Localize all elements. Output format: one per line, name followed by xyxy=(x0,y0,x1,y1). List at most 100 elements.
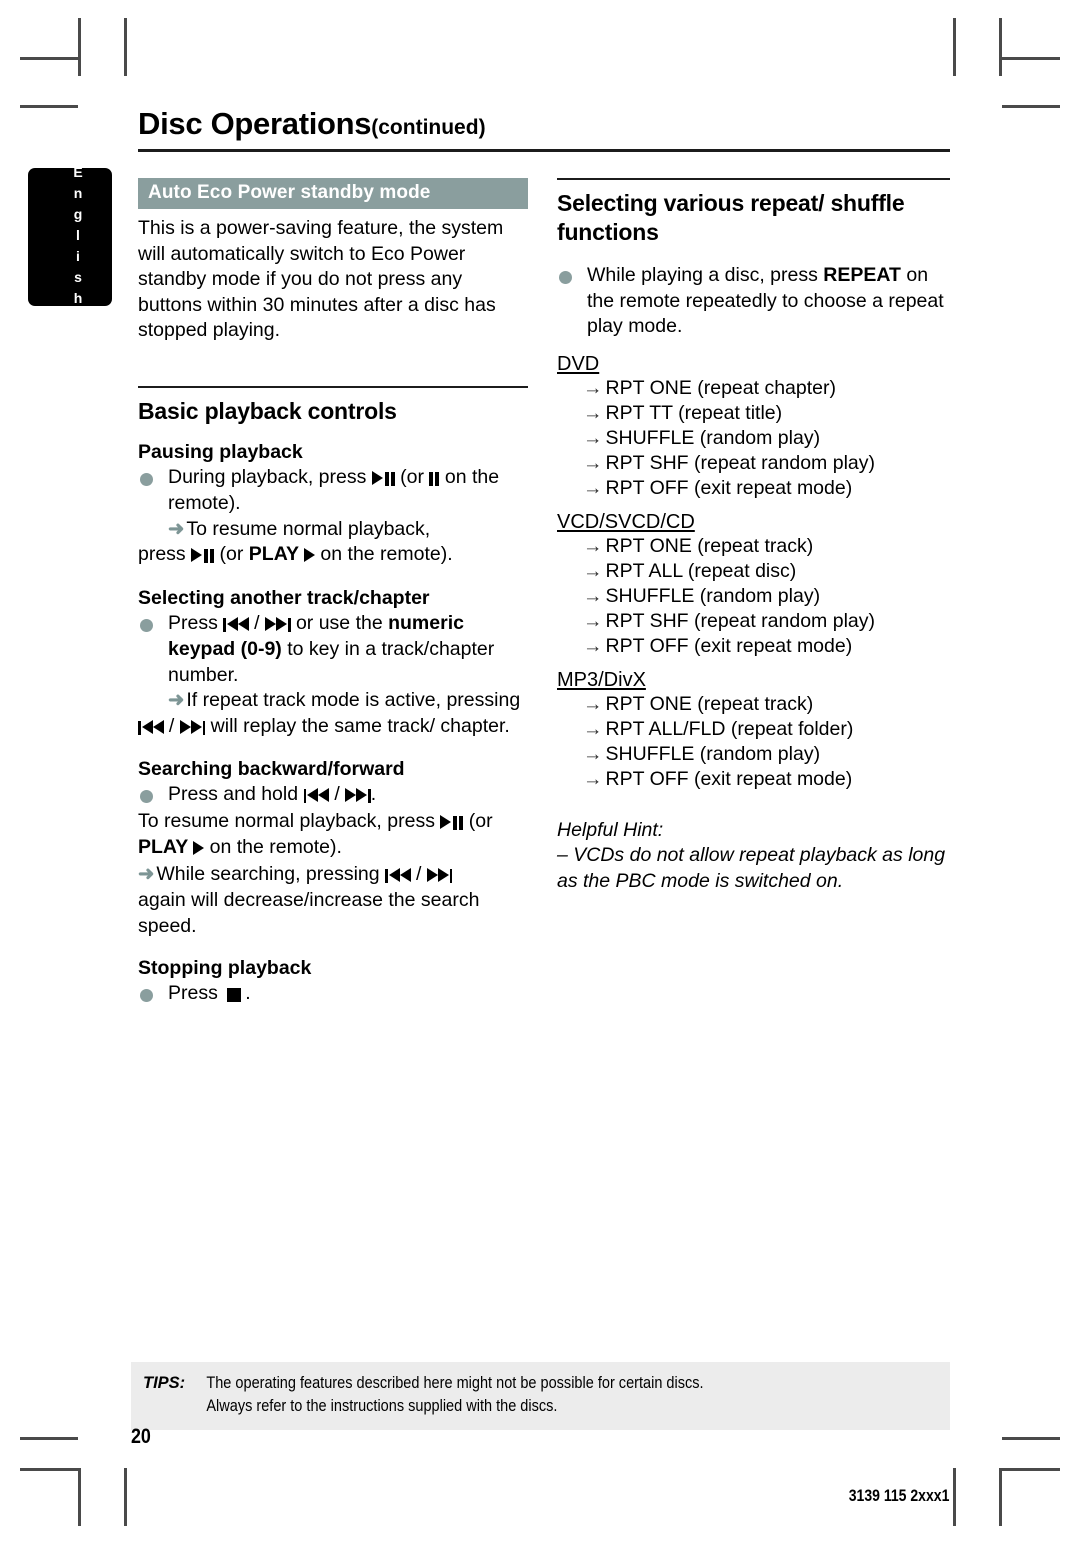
eco-power-body: This is a power-saving feature, the syst… xyxy=(138,217,504,341)
pausing-playback-bullet: During playback, press (or on the remote… xyxy=(138,465,528,569)
crop-mark-bottom-right-vertical xyxy=(999,1468,1002,1526)
mode-text: RPT SHF (repeat random play) xyxy=(605,451,876,474)
crop-mark-bottom-left-vertical xyxy=(78,1468,81,1526)
bullet-dot-icon xyxy=(140,790,153,803)
searching-arrow-post: again will decrease/increase the search … xyxy=(138,889,480,937)
play-pause-icon xyxy=(371,466,395,492)
crop-mark-top-left-horizontal-2 xyxy=(20,105,78,108)
eco-power-banner: Auto Eco Power standby mode xyxy=(138,178,528,209)
crop-mark-top-left-horizontal xyxy=(20,57,78,60)
crop-mark-top-left-vertical xyxy=(78,18,81,76)
repeat-intro-bold: REPEAT xyxy=(823,264,901,286)
arrow-icon: → xyxy=(583,584,603,607)
stopping-heading: Stopping playback xyxy=(138,957,312,979)
arrow-icon: ➜ xyxy=(168,689,185,711)
next-track-icon-4 xyxy=(426,863,453,889)
pausing-line2-bold: PLAY xyxy=(248,543,299,565)
selecting-bullet-post: or use the xyxy=(290,611,389,634)
mode-line: → RPT TT (repeat title) xyxy=(557,401,950,426)
arrow-icon: → xyxy=(583,767,603,790)
pausing-bullet-pre: During playback, press xyxy=(168,465,372,488)
stopping-bullet: Press . xyxy=(138,981,528,1008)
searching-sep-2: / xyxy=(410,862,427,885)
mode-line: → RPT ONE (repeat chapter) xyxy=(557,376,950,401)
selecting-arrow-pre: If repeat track mode is active, pressing xyxy=(186,689,521,711)
crop-mark-bottom-right-horizontal xyxy=(1002,1468,1060,1471)
previous-track-icon-2 xyxy=(138,715,164,741)
previous-track-icon xyxy=(223,612,249,638)
helpful-hint-body: – VCDs do not allow repeat playback as l… xyxy=(557,844,946,892)
page-number: 20 xyxy=(131,1425,151,1448)
arrow-icon: → xyxy=(583,451,603,474)
searching-arrow-line-2: again will decrease/increase the search … xyxy=(138,888,528,939)
crop-mark-bottom-right-vertical-2 xyxy=(953,1468,956,1526)
play-pause-icon-3 xyxy=(440,810,464,836)
pausing-arrow-text: To resume normal playback, xyxy=(186,517,431,540)
selecting-arrow-post: will replay the same track/ chapter. xyxy=(205,714,510,737)
repeat-intro-pre: While playing a disc, press xyxy=(587,264,824,286)
play-icon xyxy=(299,543,315,569)
searching-line2-bold: PLAY xyxy=(138,836,189,858)
mode-line: → RPT OFF (exit repeat mode) xyxy=(557,476,950,501)
crop-mark-top-right-horizontal-2 xyxy=(1002,105,1060,108)
play-pause-icon-2 xyxy=(191,543,215,569)
selecting-track-heading: Selecting another track/chapter xyxy=(138,586,430,609)
mode-text: RPT ALL (repeat disc) xyxy=(605,559,797,582)
pausing-playback-heading: Pausing playback xyxy=(138,440,303,463)
basic-playback-divider xyxy=(138,385,528,388)
disc-label-dvd: DVD xyxy=(557,352,600,375)
crop-mark-bottom-left-horizontal xyxy=(20,1468,78,1471)
selecting-bullet-sep: / xyxy=(248,611,266,634)
tips-line-1: The operating features described here mi… xyxy=(206,1374,704,1392)
selecting-arrow-line: ➜ If repeat track mode is active, pressin… xyxy=(168,688,528,714)
pausing-line2-post: on the remote). xyxy=(315,543,453,565)
next-track-icon-2 xyxy=(179,715,206,741)
tips-content: TIPS: The operating features described h… xyxy=(131,1372,950,1418)
mode-line: → RPT ALL (repeat disc) xyxy=(557,559,950,584)
arrow-icon: → xyxy=(583,426,603,449)
right-column: Selecting various repeat/ shuffle functi… xyxy=(557,178,950,894)
basic-playback-heading: Basic playback controls xyxy=(138,397,397,424)
tips-box: TIPS: The operating features described h… xyxy=(131,1362,950,1430)
mode-line: → SHUFFLE (random play) xyxy=(557,742,950,767)
mode-text: SHUFFLE (random play) xyxy=(605,584,821,607)
mode-text: RPT ONE (repeat track) xyxy=(605,534,814,557)
mode-text: RPT TT (repeat title) xyxy=(605,401,783,424)
mode-text: RPT ONE (repeat track) xyxy=(605,692,814,715)
searching-line2-post: on the remote). xyxy=(204,836,342,858)
document-code: 3139 115 2xxx1 xyxy=(848,1487,949,1505)
helpful-hint: Helpful Hint: – VCDs do not allow repeat… xyxy=(557,818,950,895)
repeat-intro-bullet: While playing a disc, press REPEAT on th… xyxy=(557,263,950,340)
stopping-bullet-pre: Press xyxy=(168,982,224,1004)
next-track-icon-3 xyxy=(345,783,371,809)
searching-line2-mid: (or xyxy=(463,809,493,832)
mode-line: → RPT ALL/FLD (repeat folder) xyxy=(557,717,950,742)
searching-bullet: Press and hold / . To resume normal play… xyxy=(138,782,528,939)
searching-line-3: PLAY on the remote). xyxy=(138,835,528,862)
mode-text: SHUFFLE (random play) xyxy=(605,426,821,449)
crop-mark-bottom-right-horizontal-2 xyxy=(1002,1437,1060,1440)
mode-line: → RPT ONE (repeat track) xyxy=(557,692,950,717)
arrow-icon: → xyxy=(583,634,603,657)
tips-line-2: Always refer to the instructions supplie… xyxy=(206,1397,558,1415)
mode-line: → RPT OFF (exit repeat mode) xyxy=(557,767,950,792)
page-title-main: Disc Operations xyxy=(138,106,372,141)
left-column: Auto Eco Power standby mode This is a po… xyxy=(138,178,528,1008)
helpful-hint-title: Helpful Hint: xyxy=(557,818,664,841)
arrow-icon: → xyxy=(583,534,603,557)
arrow-icon: ➜ xyxy=(138,862,155,885)
repeat-group-mp3: MP3/DivX → RPT ONE (repeat track) → RPT AL… xyxy=(557,669,950,792)
pausing-line2-mid: (or xyxy=(214,543,249,565)
mode-line: → RPT ONE (repeat track) xyxy=(557,534,950,559)
bullet-dot-icon xyxy=(140,618,153,632)
arrow-icon: → xyxy=(583,476,603,499)
mode-text: RPT ALL/FLD (repeat folder) xyxy=(605,717,854,740)
searching-arrow-line: ➜ While searching, pressing / xyxy=(138,862,528,889)
language-tab: English xyxy=(28,164,112,311)
mode-line: → SHUFFLE (random play) xyxy=(557,426,950,451)
repeat-section-heading: Selecting various repeat/ shuffle functi… xyxy=(557,190,905,245)
manual-page: English Disc Operations(continued) Auto … xyxy=(0,0,1080,1544)
repeat-group-dvd: DVD → RPT ONE (repeat chapter) → RPT TT (r… xyxy=(557,353,950,501)
play-icon-2 xyxy=(188,836,205,862)
searching-line-2: To resume normal playback, press (or xyxy=(138,809,528,836)
